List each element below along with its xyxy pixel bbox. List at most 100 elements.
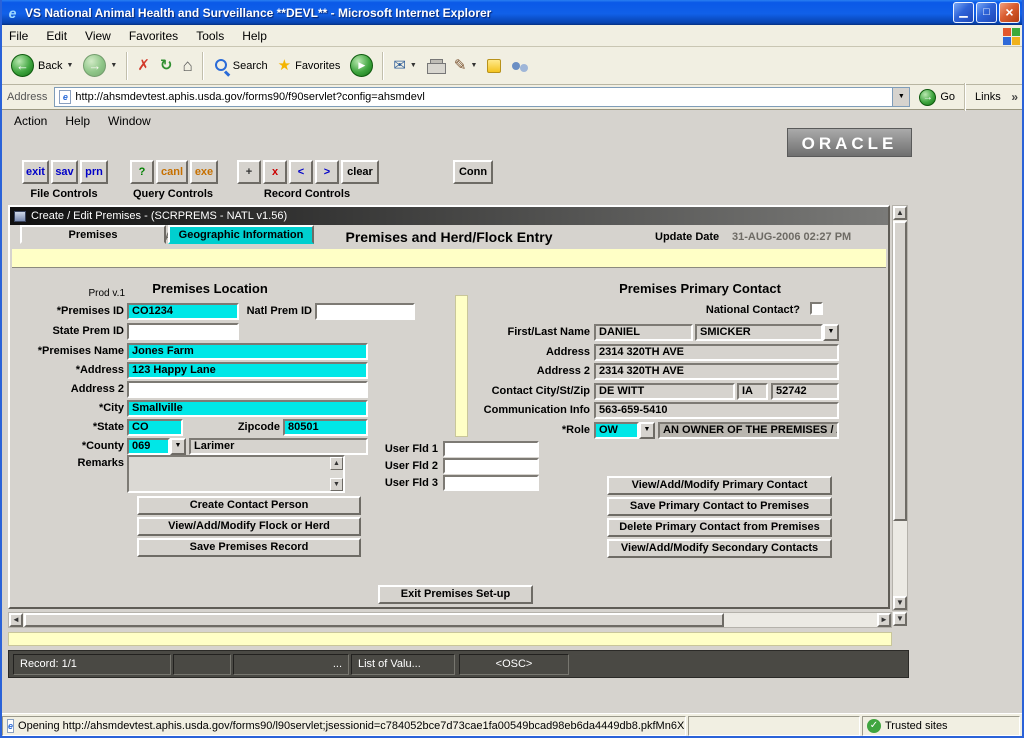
- state-field[interactable]: CO: [127, 419, 183, 436]
- last-name-field[interactable]: SMICKER: [695, 324, 823, 341]
- user-fld3-field[interactable]: [443, 475, 539, 491]
- communication-info-field[interactable]: 563-659-5410: [594, 402, 839, 419]
- minimize-button[interactable]: ▁: [953, 2, 974, 23]
- messenger-button[interactable]: [482, 56, 506, 76]
- edit-icon: ✎: [454, 58, 467, 73]
- forward-button[interactable]: → ▼: [78, 51, 122, 80]
- menu-edit[interactable]: Edit: [37, 26, 76, 46]
- scroll-right-icon[interactable]: ►: [877, 613, 891, 627]
- applet-conn-button[interactable]: Conn: [453, 160, 493, 184]
- first-name-field[interactable]: DANIEL: [594, 324, 693, 341]
- tab-premises[interactable]: Premises: [20, 225, 166, 244]
- save-premises-record-button[interactable]: Save Premises Record: [137, 538, 361, 557]
- back-button[interactable]: ← Back ▼: [6, 51, 78, 80]
- applet-cancel-query-button[interactable]: canl: [156, 160, 188, 184]
- city-field[interactable]: Smallville: [127, 400, 368, 417]
- form-canvas: Update Username LSPADAROTRN Premises and…: [10, 225, 888, 607]
- menu-view[interactable]: View: [76, 26, 120, 46]
- applet-clear-button[interactable]: clear: [341, 160, 379, 184]
- contact-dropdown-icon[interactable]: ▼: [823, 324, 839, 341]
- tab-geographic-information[interactable]: Geographic Information: [168, 225, 314, 244]
- forward-icon: →: [83, 54, 106, 77]
- stop-button[interactable]: ✗: [132, 55, 155, 76]
- media-button[interactable]: ▶: [345, 51, 378, 80]
- contact-city-field[interactable]: DE WITT: [594, 383, 735, 400]
- national-contact-checkbox[interactable]: [810, 302, 823, 315]
- links-button[interactable]: Links: [970, 88, 1006, 106]
- form-window-icon: [14, 211, 26, 222]
- contact-state-field[interactable]: IA: [737, 383, 768, 400]
- role-description-field[interactable]: AN OWNER OF THE PREMISES / AI: [658, 422, 839, 439]
- home-button[interactable]: ⌂: [178, 54, 198, 77]
- address-dropdown-icon[interactable]: ▼: [892, 88, 909, 106]
- applet-save-button[interactable]: sav: [51, 160, 78, 184]
- menu-help[interactable]: Help: [233, 26, 276, 46]
- role-dropdown-icon[interactable]: ▼: [639, 422, 655, 439]
- applet-exit-button[interactable]: exit: [22, 160, 49, 184]
- vertical-scroll-thumb[interactable]: [893, 221, 907, 521]
- county-name-field[interactable]: Larimer: [189, 438, 368, 455]
- address2-field[interactable]: [127, 381, 368, 398]
- scroll-up-icon[interactable]: ▲: [893, 206, 907, 220]
- user-fld2-field[interactable]: [443, 458, 539, 474]
- applet-add-record-button[interactable]: +: [237, 160, 261, 184]
- search-button[interactable]: Search: [208, 55, 273, 77]
- view-add-modify-secondary-contacts-button[interactable]: View/Add/Modify Secondary Contacts: [607, 539, 832, 558]
- view-add-modify-primary-contact-button[interactable]: View/Add/Modify Primary Contact: [607, 476, 832, 495]
- remarks-scroll-down-icon[interactable]: ▼: [330, 478, 343, 491]
- applet-print-button[interactable]: prn: [80, 160, 108, 184]
- applet-delete-record-button[interactable]: x: [263, 160, 287, 184]
- contact-address-field[interactable]: 2314 320TH AVE: [594, 344, 839, 361]
- applet-menu-window[interactable]: Window: [108, 114, 151, 128]
- back-dropdown-icon: ▼: [66, 62, 73, 69]
- applet-menu-help[interactable]: Help: [65, 114, 90, 128]
- scroll-down-icon[interactable]: ▼: [893, 596, 907, 610]
- premises-name-field[interactable]: Jones Farm: [127, 343, 368, 360]
- county-dropdown-icon[interactable]: ▼: [170, 438, 186, 455]
- remarks-field[interactable]: ▲ ▼: [127, 455, 345, 493]
- role-code-field[interactable]: OW: [594, 422, 639, 439]
- vertical-scrollbar[interactable]: ▲ ▼: [892, 205, 908, 611]
- remarks-scroll-up-icon[interactable]: ▲: [330, 457, 343, 470]
- edit-button[interactable]: ✎ ▼: [449, 55, 483, 76]
- corner-scroll-down-icon[interactable]: ▼: [893, 612, 907, 626]
- toolbar-separator: [382, 52, 384, 80]
- go-button[interactable]: → Go: [914, 86, 960, 109]
- delete-primary-contact-button[interactable]: Delete Primary Contact from Premises: [607, 518, 832, 537]
- scroll-left-icon[interactable]: ◄: [9, 613, 23, 627]
- mail-button[interactable]: ✉ ▼: [388, 55, 422, 76]
- form-window-titlebar[interactable]: Create / Edit Premises - (SCRPREMS - NAT…: [10, 207, 888, 225]
- address-input[interactable]: e http://ahsmdevtest.aphis.usda.gov/form…: [54, 87, 910, 107]
- close-button[interactable]: ×: [999, 2, 1020, 23]
- view-add-modify-flock-button[interactable]: View/Add/Modify Flock or Herd: [137, 517, 361, 536]
- refresh-button[interactable]: ↻: [155, 55, 178, 76]
- address-field[interactable]: 123 Happy Lane: [127, 362, 368, 379]
- print-button[interactable]: [422, 56, 449, 76]
- menu-file[interactable]: File: [0, 26, 37, 46]
- applet-query-button[interactable]: ?: [130, 160, 154, 184]
- applet-execute-query-button[interactable]: exe: [190, 160, 218, 184]
- menu-favorites[interactable]: Favorites: [120, 26, 187, 46]
- premises-location-title: Premises Location: [130, 281, 290, 296]
- county-code-field[interactable]: 069: [127, 438, 170, 455]
- create-contact-person-button[interactable]: Create Contact Person: [137, 496, 361, 515]
- links-chevron-icon[interactable]: »: [1011, 90, 1018, 104]
- maximize-button[interactable]: □: [976, 2, 997, 23]
- discuss-button[interactable]: [506, 55, 534, 77]
- horizontal-scrollbar[interactable]: ◄ ►: [8, 612, 892, 628]
- contact-address2-field[interactable]: 2314 320TH AVE: [594, 363, 839, 380]
- natl-prem-id-field[interactable]: [315, 303, 415, 320]
- applet-next-record-button[interactable]: >: [315, 160, 339, 184]
- applet-previous-record-button[interactable]: <: [289, 160, 313, 184]
- exit-premises-setup-button[interactable]: Exit Premises Set-up: [378, 585, 533, 604]
- save-primary-contact-button[interactable]: Save Primary Contact to Premises: [607, 497, 832, 516]
- contact-zip-field[interactable]: 52742: [771, 383, 839, 400]
- favorites-button[interactable]: ★ Favorites: [273, 55, 346, 76]
- state-prem-id-field[interactable]: [127, 323, 239, 340]
- premises-id-field[interactable]: CO1234: [127, 303, 239, 320]
- menu-tools[interactable]: Tools: [187, 26, 233, 46]
- zipcode-field[interactable]: 80501: [283, 419, 368, 436]
- user-fld1-field[interactable]: [443, 441, 539, 457]
- applet-menu-action[interactable]: Action: [14, 114, 47, 128]
- horizontal-scroll-thumb[interactable]: [24, 613, 724, 627]
